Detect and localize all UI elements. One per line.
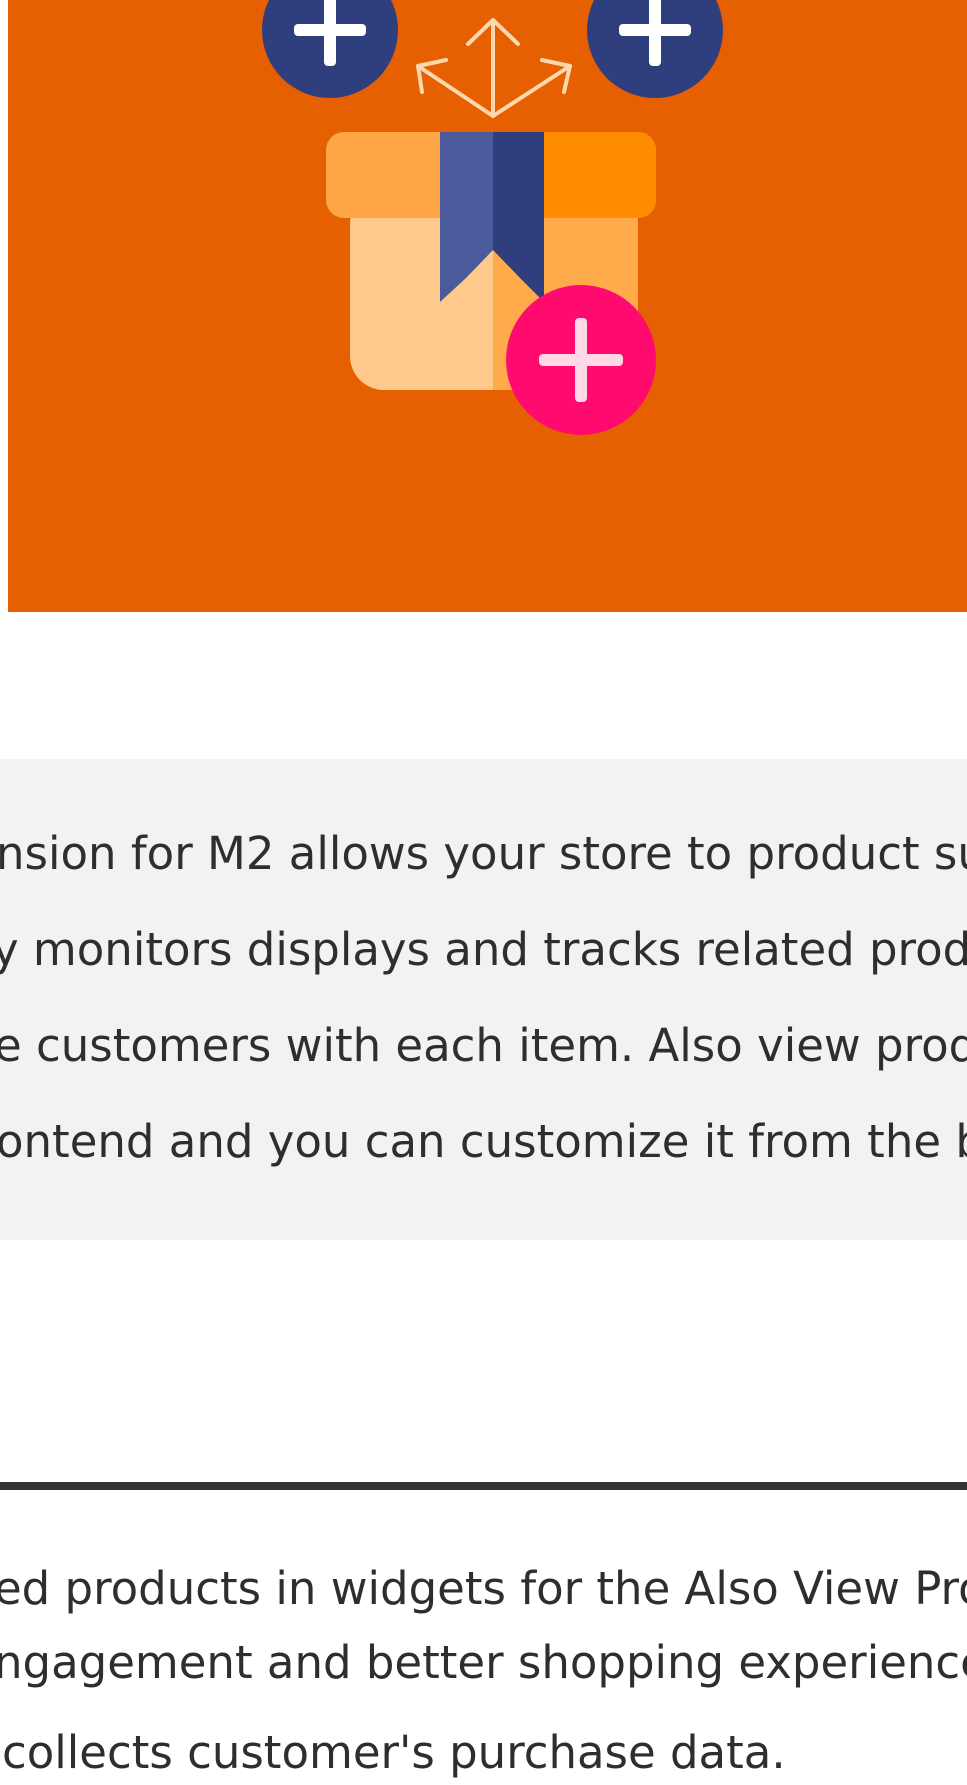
description-line: ontend and you can customize it from the… xyxy=(0,1115,967,1168)
description-line: nsion for M2 allows your store to produc… xyxy=(0,827,967,880)
hero-banner xyxy=(8,0,967,612)
description-line: e customers with each item. Also view pr… xyxy=(0,1019,967,1072)
section-divider xyxy=(0,1482,967,1490)
details-line: ngagement and better shopping experience xyxy=(0,1636,967,1689)
plus-icon xyxy=(506,285,656,435)
details-line: collects customer's purchase data. xyxy=(2,1726,786,1779)
details-line: ed products in widgets for the Also View… xyxy=(0,1562,967,1615)
description-panel: nsion for M2 allows your store to produc… xyxy=(0,759,967,1240)
description-line: y monitors displays and tracks related p… xyxy=(0,923,967,976)
hero-illustration xyxy=(8,0,967,612)
